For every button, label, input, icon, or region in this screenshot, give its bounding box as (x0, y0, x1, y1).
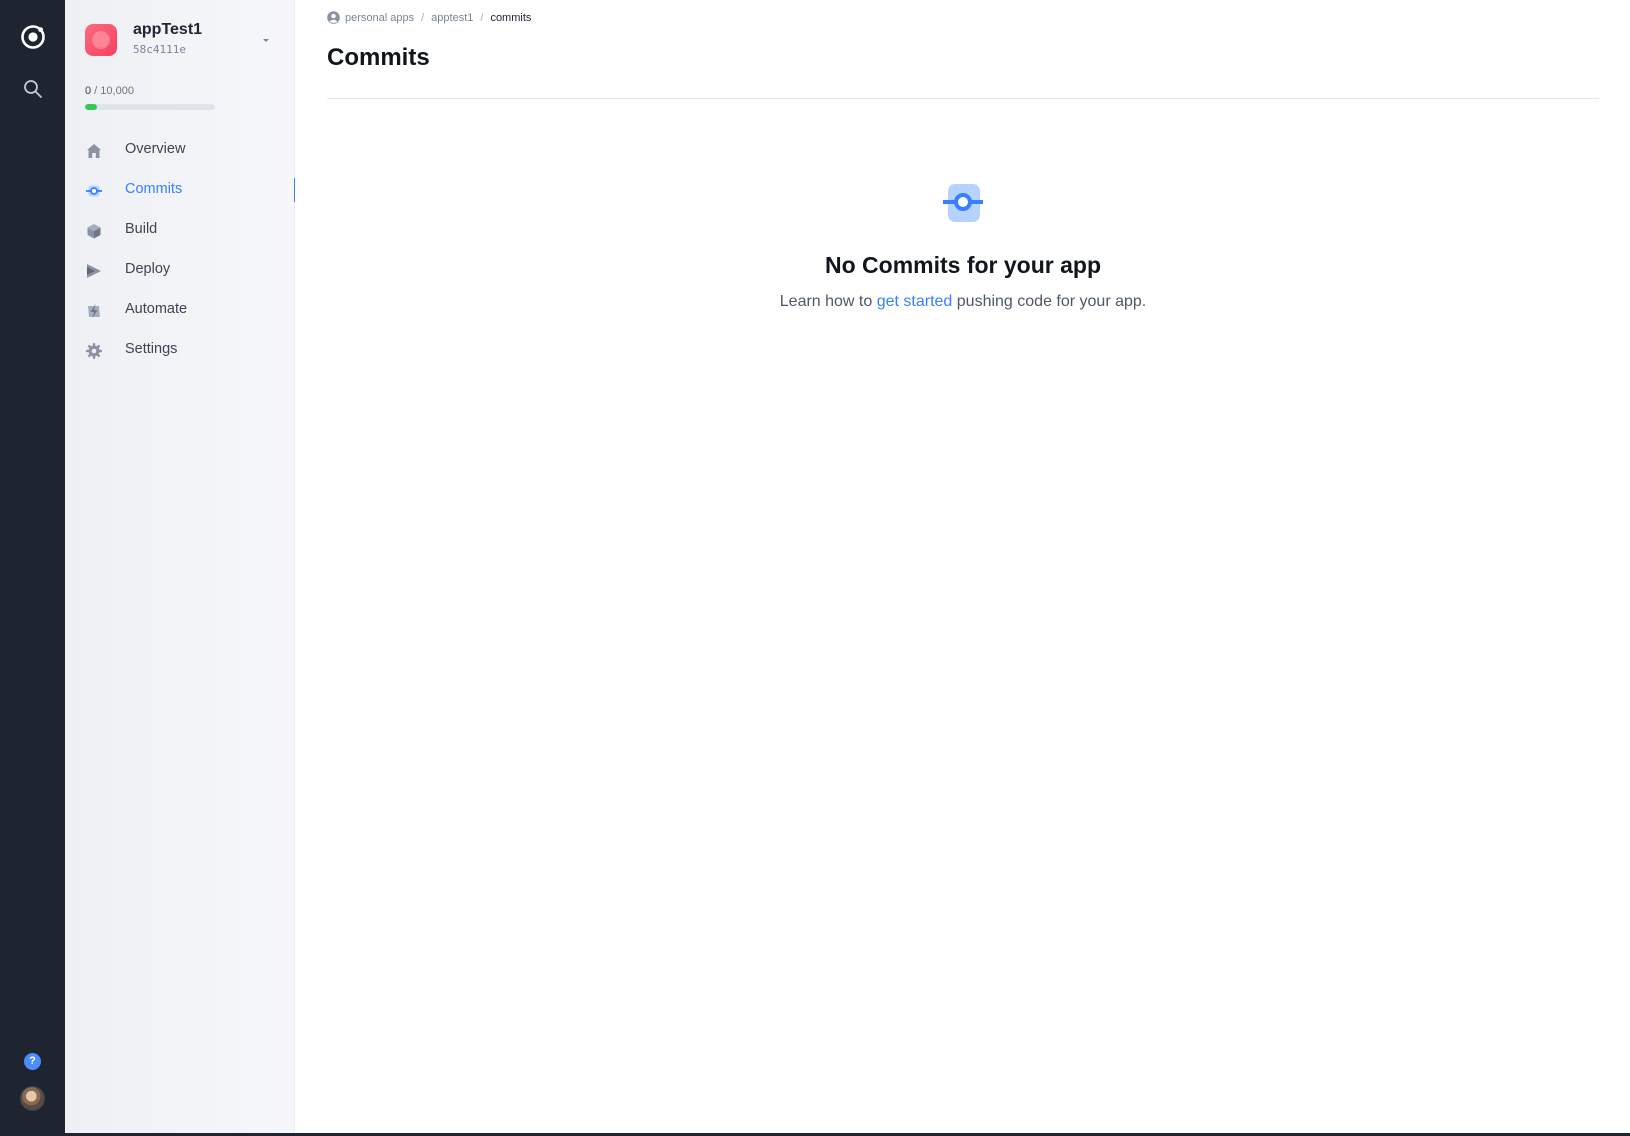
sidebar-item-label: Commits (125, 181, 183, 197)
empty-state-text-before: Learn how to (779, 293, 877, 310)
app-sidebar: appTest1 58c4111e 0 / 10,000 Overview Co… (65, 0, 296, 1136)
breadcrumb-apptest1[interactable]: apptest1 (431, 12, 473, 24)
empty-state-title: No Commits for your app (824, 252, 1101, 278)
sidebar-item-label: Overview (125, 141, 186, 157)
help-icon[interactable]: ? (24, 1053, 41, 1070)
chevron-down-icon[interactable] (261, 35, 271, 45)
empty-state: No Commits for your app Learn how to get… (327, 180, 1599, 311)
sidebar-item-deploy[interactable]: Deploy (65, 250, 295, 290)
sidebar-item-label: Deploy (125, 261, 171, 277)
sidebar-item-label: Automate (125, 301, 188, 317)
breadcrumb-separator: / (421, 11, 425, 24)
app-icon[interactable] (85, 24, 117, 56)
sidebar-item-overview[interactable]: Overview (65, 130, 295, 170)
empty-state-text: Learn how to get started pushing code fo… (327, 293, 1599, 311)
breadcrumb-personal-apps[interactable]: personal apps (345, 12, 414, 24)
quota-progress-bar (85, 104, 215, 110)
get-started-link[interactable]: get started (877, 293, 953, 310)
commit-icon (86, 185, 102, 197)
sidebar-item-settings[interactable]: Settings (65, 330, 295, 370)
app-window: ? appTest1 58c4111e 0 / 10,000 Overview (0, 0, 1630, 1136)
sidebar-item-commits[interactable]: Commits (65, 170, 296, 210)
commit-icon (943, 184, 983, 222)
quota-progress-fill (85, 104, 97, 110)
sidebar-item-build[interactable]: Build (65, 210, 295, 250)
breadcrumb-separator: / (480, 11, 484, 24)
global-rail: ? (0, 0, 65, 1136)
home-icon (87, 144, 101, 158)
search-icon[interactable] (22, 78, 44, 100)
flash-icon (88, 304, 100, 318)
title-divider (327, 98, 1599, 99)
sidebar-item-automate[interactable]: Automate (65, 290, 295, 330)
app-name[interactable]: appTest1 (133, 21, 202, 39)
cube-icon (87, 224, 101, 239)
breadcrumb-commits: commits (490, 11, 532, 24)
sidebar-item-label: Settings (125, 341, 178, 357)
empty-state-text-after: pushing code for your app. (952, 293, 1147, 310)
app-id: 58c4111e (133, 43, 186, 56)
quota-text: 0 / 10,000 (85, 85, 134, 97)
user-avatar[interactable] (20, 1086, 45, 1111)
gear-icon (86, 343, 102, 359)
ionic-logo-icon[interactable] (20, 24, 46, 50)
main-content: personal apps / apptest1 / commits Commi… (295, 0, 1630, 1136)
quota-total: / 10,000 (91, 85, 134, 97)
page-title: Commits (327, 44, 430, 71)
sidebar-nav: Overview Commits Build Deploy Automate S… (65, 130, 296, 370)
breadcrumb: personal apps / apptest1 / commits (327, 11, 531, 24)
sidebar-item-label: Build (125, 221, 158, 237)
play-icon (87, 264, 101, 278)
user-circle-icon (327, 11, 340, 24)
